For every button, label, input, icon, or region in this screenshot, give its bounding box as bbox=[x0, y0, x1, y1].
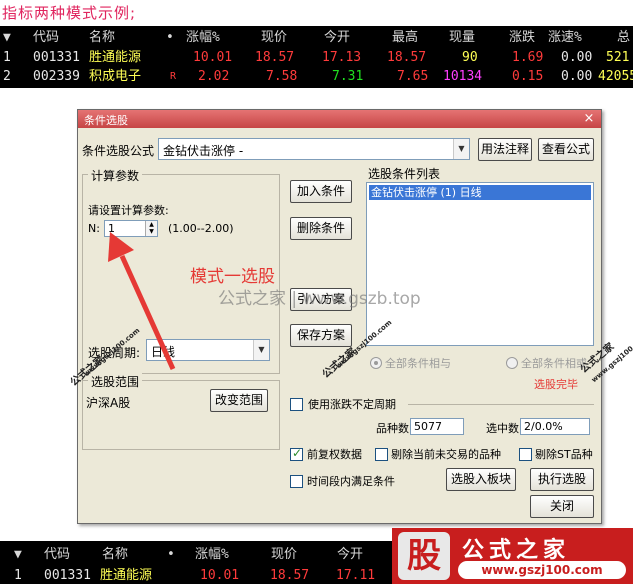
watermark-text: 公式之家 | www.gszb.top bbox=[218, 289, 421, 309]
col-open[interactable]: 今开 bbox=[337, 545, 363, 565]
col-name[interactable]: 名称 bbox=[102, 545, 128, 565]
col-price[interactable]: 现价 bbox=[271, 545, 297, 565]
sort-arrow-icon[interactable]: ▼ bbox=[14, 545, 22, 565]
brand-logo: 股 bbox=[398, 532, 450, 580]
col-dot: • bbox=[167, 547, 175, 562]
arrow-shaft bbox=[119, 254, 176, 371]
brand-watermark: 股 公式之家 www.gszj100.com bbox=[392, 528, 633, 584]
brand-name: 公式之家 bbox=[462, 538, 571, 563]
col-pct[interactable]: 涨幅% bbox=[195, 545, 229, 565]
brand-url: www.gszj100.com bbox=[458, 561, 626, 579]
col-code[interactable]: 代码 bbox=[44, 545, 70, 565]
